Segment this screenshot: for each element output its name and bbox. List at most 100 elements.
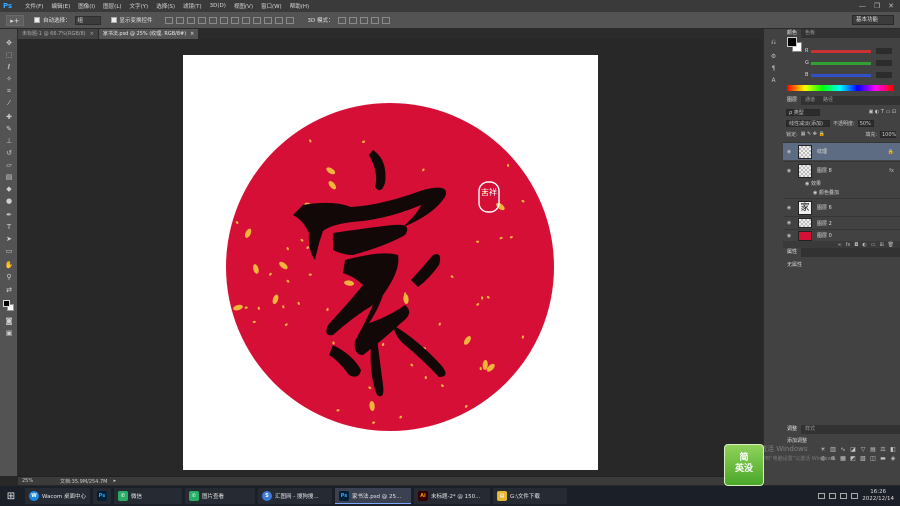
visibility-eye-icon[interactable]: ◉ xyxy=(785,205,793,211)
taskbar-illustrator[interactable]: Ai 未标题-2* @ 150... xyxy=(413,488,490,504)
marquee-tool-icon[interactable]: ⬚ xyxy=(4,51,14,59)
distribute-right-icon[interactable] xyxy=(285,16,294,24)
fill-field[interactable]: 100% xyxy=(880,130,896,138)
menu-image[interactable]: 图像(I) xyxy=(74,2,99,10)
tab-calligraphy-psd[interactable]: 家书法.psd @ 25% (纹理, RGB/8#) × xyxy=(98,29,200,39)
menu-help[interactable]: 帮助(H) xyxy=(286,2,313,10)
layer-row-2[interactable]: ◉ 图层 2 xyxy=(783,216,900,229)
opacity-field[interactable]: 50% xyxy=(857,119,874,127)
red-value-field[interactable] xyxy=(876,48,892,54)
red-slider-track[interactable] xyxy=(811,49,871,53)
threshold-icon[interactable]: ◫ xyxy=(869,455,877,462)
gradient-map-icon[interactable]: ▬ xyxy=(879,455,887,462)
menu-3d[interactable]: 3D(D) xyxy=(206,3,230,9)
lock-icons[interactable]: ▦ ✎ ✥ 🔒 xyxy=(801,131,825,137)
menu-type[interactable]: 文字(Y) xyxy=(126,2,153,10)
menu-filter[interactable]: 滤镜(T) xyxy=(179,2,206,10)
network-icon[interactable] xyxy=(829,493,837,499)
selective-color-icon[interactable]: ◈ xyxy=(889,455,897,462)
paragraph-panel-icon[interactable]: ¶ xyxy=(769,65,778,72)
auto-select-checkbox[interactable] xyxy=(34,17,40,23)
levels-icon[interactable]: ▥ xyxy=(829,446,837,453)
3d-rotate-icon[interactable] xyxy=(337,16,346,24)
hand-tool-icon[interactable]: ✋ xyxy=(4,261,14,269)
align-center-icon[interactable] xyxy=(208,16,217,24)
quick-mask-icon[interactable]: ◙ xyxy=(4,317,14,325)
green-slider[interactable]: G xyxy=(805,60,895,66)
restore-icon[interactable]: ❐ xyxy=(874,2,880,10)
menu-window[interactable]: 窗口(W) xyxy=(257,2,286,10)
blue-value-field[interactable] xyxy=(876,72,892,78)
healing-brush-tool-icon[interactable]: ✚ xyxy=(4,113,14,121)
distribute-bottom-icon[interactable] xyxy=(252,16,261,24)
align-left-icon[interactable] xyxy=(197,16,206,24)
visibility-eye-icon[interactable]: ◉ xyxy=(785,233,793,239)
move-tool-preset-icon[interactable]: ▸+ xyxy=(6,14,24,26)
color-balance-icon[interactable]: ⚖ xyxy=(879,446,887,453)
layer-row-6[interactable]: ◉ 家 图层 6 xyxy=(783,198,900,216)
keyboard-icon[interactable] xyxy=(818,493,826,499)
align-middle-icon[interactable] xyxy=(175,16,184,24)
brightness-icon[interactable]: ☀ xyxy=(819,446,827,453)
layer-row-texture[interactable]: ◉ 纹理 🔒 xyxy=(783,142,900,160)
3d-roll-icon[interactable] xyxy=(348,16,357,24)
layer-fx-icon[interactable]: fx xyxy=(889,168,894,174)
canvas-area[interactable]: 吉祥 家 xyxy=(18,39,763,476)
close-icon[interactable]: ✕ xyxy=(888,2,894,10)
gradient-tool-icon[interactable]: ▤ xyxy=(4,173,14,181)
tab-properties[interactable]: 属性 xyxy=(783,248,802,257)
wechat-tray-icon[interactable] xyxy=(840,493,848,499)
layer-kind-filter[interactable]: ρ 类型 xyxy=(786,108,820,116)
path-selection-tool-icon[interactable]: ➤ xyxy=(4,235,14,243)
properties-panel-icon[interactable]: ⚙ xyxy=(769,53,778,60)
menu-edit[interactable]: 编辑(E) xyxy=(47,2,74,10)
zoom-tool-icon[interactable]: ⚲ xyxy=(4,273,14,281)
taskbar-sogou-browser[interactable]: S 汇图网 - 搜狗搜... xyxy=(257,488,332,504)
magic-wand-tool-icon[interactable]: ✧ xyxy=(4,75,14,83)
color-panel-foreground-swatch[interactable] xyxy=(787,37,797,47)
visibility-eye-icon[interactable]: ◉ xyxy=(785,168,793,174)
3d-pan-icon[interactable] xyxy=(359,16,368,24)
tab-adjustments[interactable]: 调整 xyxy=(783,425,802,434)
zoom-level[interactable]: 25% xyxy=(18,478,48,484)
taskbar-psd-document[interactable]: Ps 家书法.psd @ 25... xyxy=(334,488,411,504)
close-tab-icon[interactable]: × xyxy=(90,29,94,39)
history-panel-icon[interactable]: ⎌ xyxy=(769,39,778,46)
pen-tool-icon[interactable]: ✒ xyxy=(4,211,14,219)
filter-icons[interactable]: ▣ ◐ T ▭ ⊡ xyxy=(869,109,896,115)
posterize-icon[interactable]: ▧ xyxy=(859,455,867,462)
blue-slider[interactable]: B xyxy=(805,72,895,78)
distribute-center-icon[interactable] xyxy=(274,16,283,24)
taskbar-image-viewer[interactable]: ✆ 图片查看 xyxy=(184,488,255,504)
layer-row-0[interactable]: ◉ 图层 0 xyxy=(783,229,900,241)
dodge-tool-icon[interactable]: ● xyxy=(4,197,14,205)
show-transform-checkbox[interactable] xyxy=(110,17,117,23)
lasso-tool-icon[interactable]: ℓ xyxy=(4,63,14,71)
swap-colors-icon[interactable]: ⇄ xyxy=(4,286,14,294)
auto-select-dropdown[interactable]: 组 xyxy=(74,15,101,25)
tab-styles[interactable]: 样式 xyxy=(801,425,819,434)
clone-stamp-tool-icon[interactable]: ⊥ xyxy=(4,137,14,145)
blur-tool-icon[interactable]: ◆ xyxy=(4,185,14,193)
taskbar-photoshop[interactable]: Ps xyxy=(92,488,111,504)
hue-saturation-icon[interactable]: ▤ xyxy=(869,446,877,453)
tab-untitled-1[interactable]: 未标题-1 @ 66.7%(RGB/8) × xyxy=(18,29,99,39)
vibrance-icon[interactable]: ▽ xyxy=(859,446,867,453)
brush-tool-icon[interactable]: ✎ xyxy=(4,125,14,133)
3d-slide-icon[interactable] xyxy=(370,16,379,24)
layer-row-8[interactable]: ◉ 图层 8 fx xyxy=(783,161,900,179)
type-tool-icon[interactable]: T xyxy=(4,223,14,231)
foreground-color-swatch[interactable] xyxy=(3,300,10,307)
shape-tool-icon[interactable]: ▭ xyxy=(4,247,14,255)
3d-scale-icon[interactable] xyxy=(381,16,390,24)
tab-paths[interactable]: 路径 xyxy=(819,96,837,105)
system-clock[interactable]: 16:26 2022/12/14 xyxy=(862,489,894,503)
visibility-eye-icon[interactable]: ◉ xyxy=(785,220,793,226)
workspace-dropdown[interactable]: 基本功能 xyxy=(852,15,894,25)
visibility-eye-icon[interactable]: ◉ xyxy=(785,149,793,155)
color-lookup-icon[interactable]: ▦ xyxy=(839,455,847,462)
blend-mode-dropdown[interactable]: 线性减淡(添加) xyxy=(786,119,830,127)
exposure-icon[interactable]: ◪ xyxy=(849,446,857,453)
black-white-icon[interactable]: ◧ xyxy=(889,446,897,453)
windows-start-icon[interactable]: ⊞ xyxy=(0,486,22,506)
